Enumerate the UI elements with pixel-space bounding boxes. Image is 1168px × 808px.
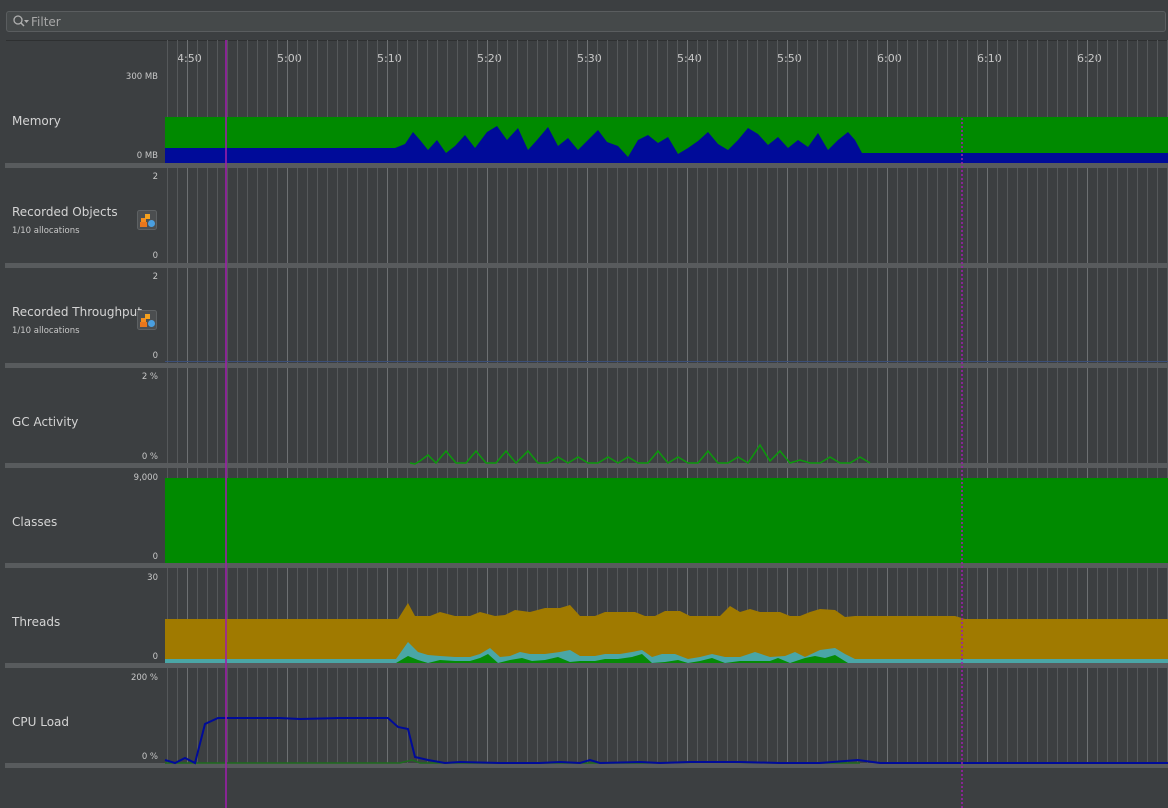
axis-min-gc-activity: 0 % bbox=[141, 452, 158, 462]
cpu-load-graph bbox=[164, 717, 1168, 765]
axis-min-memory: 0 MB bbox=[136, 151, 158, 161]
track-sub-recorded-objects: 1/10 allocations bbox=[12, 226, 80, 236]
time-tick-label: 5:50 bbox=[777, 52, 802, 65]
time-tick-label: 6:00 bbox=[877, 52, 902, 65]
axis-min-recorded-objects: 0 bbox=[152, 251, 158, 261]
classes-graph bbox=[165, 478, 1168, 563]
track-sub-recorded-throughput: 1/10 allocations bbox=[12, 326, 80, 336]
axis-min-classes: 0 bbox=[152, 552, 158, 562]
axis-max-threads: 30 bbox=[147, 573, 158, 583]
track-title-classes: Classes bbox=[12, 515, 58, 529]
time-tick-label: 5:10 bbox=[377, 52, 402, 65]
search-filter-icon[interactable] bbox=[12, 14, 30, 29]
axis-min-recorded-throughput: 0 bbox=[152, 351, 158, 361]
allocation-recording-icon[interactable] bbox=[137, 210, 157, 230]
time-tick-label: 5:20 bbox=[477, 52, 502, 65]
axis-min-threads: 0 bbox=[152, 652, 158, 662]
time-tick-label: 4:50 bbox=[177, 52, 202, 65]
track-title-recorded-throughput: Recorded Throughput bbox=[12, 305, 142, 319]
axis-max-cpu-load: 200 % bbox=[130, 673, 158, 683]
axis-min-cpu-load: 0 % bbox=[141, 752, 158, 762]
time-tick-label: 6:10 bbox=[977, 52, 1002, 65]
filter-bar bbox=[0, 0, 1168, 42]
time-grid bbox=[167, 40, 1168, 763]
axis-max-memory: 300 MB bbox=[125, 72, 158, 82]
track-title-gc-activity: GC Activity bbox=[12, 415, 79, 429]
time-tick-label: 6:20 bbox=[1077, 52, 1102, 65]
gc-activity-line bbox=[409, 443, 871, 465]
time-tick-label: 5:00 bbox=[277, 52, 302, 65]
axis-max-recorded-objects: 2 bbox=[152, 172, 158, 182]
track-title-cpu-load: CPU Load bbox=[12, 715, 69, 729]
filter-field[interactable] bbox=[6, 11, 1166, 32]
filter-divider bbox=[6, 40, 1168, 41]
time-tick-label: 5:40 bbox=[677, 52, 702, 65]
axis-max-recorded-throughput: 2 bbox=[152, 272, 158, 282]
track-title-memory: Memory bbox=[12, 114, 61, 128]
timeline-graphs[interactable] bbox=[0, 0, 1168, 808]
track-title-recorded-objects: Recorded Objects bbox=[12, 205, 118, 219]
filter-input[interactable] bbox=[31, 12, 1151, 31]
time-tick-label: 5:30 bbox=[577, 52, 602, 65]
axis-max-classes: 9,000 bbox=[133, 473, 158, 483]
track-title-threads: Threads bbox=[12, 615, 61, 629]
threads-graph bbox=[165, 603, 1168, 663]
memory-graph bbox=[165, 117, 1168, 163]
track-separators bbox=[5, 163, 1168, 768]
allocation-recording-icon[interactable] bbox=[137, 310, 157, 330]
axis-max-gc-activity: 2 % bbox=[141, 372, 158, 382]
